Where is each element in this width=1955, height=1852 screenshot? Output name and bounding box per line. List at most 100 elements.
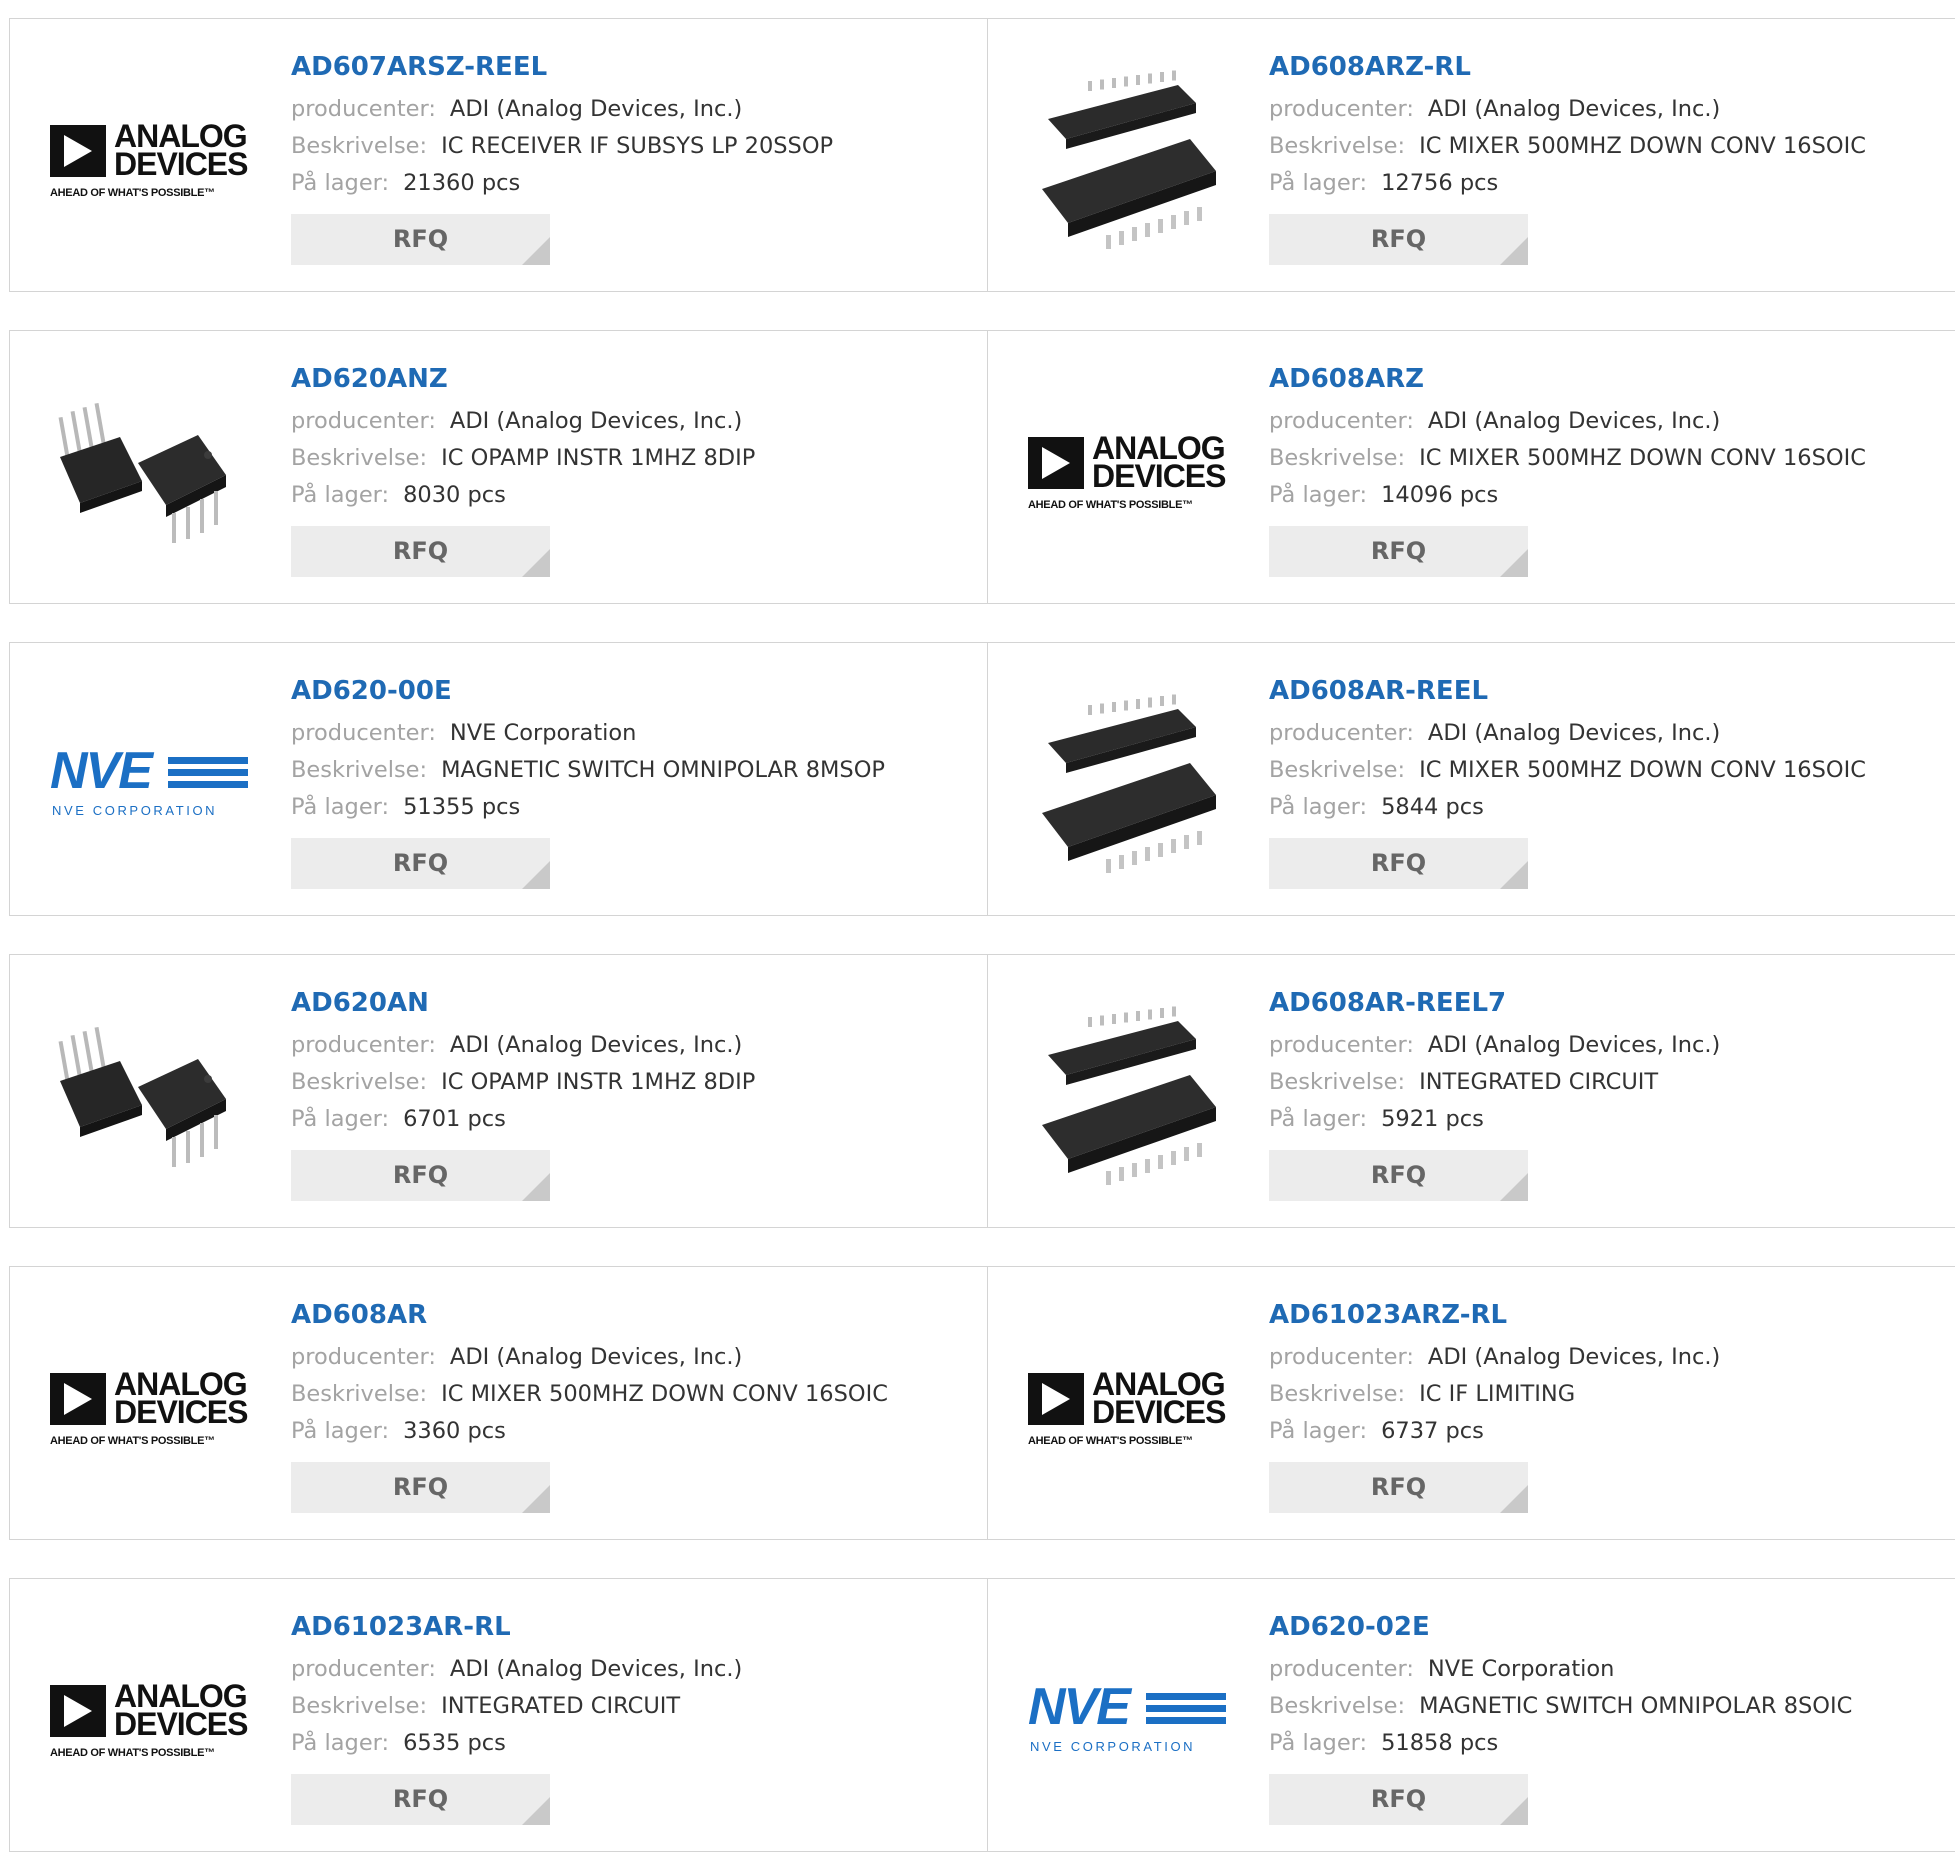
corner-triangle-icon [1500,1485,1528,1513]
soic-chip-icon [1042,1006,1216,1185]
stock-label: På lager: [1269,482,1368,508]
product-card: ANALOG DEVICES AHEAD OF WHAT'S POSSIBLE™ AD… [988,331,1955,603]
product-image[interactable]: ANALOG DEVICES AHEAD OF WHAT'S POSSIBLE™ [50,1307,250,1507]
description-value: IC IF LIMITING [1419,1381,1576,1407]
stock-value: 6737 pcs [1381,1418,1484,1444]
manufacturer-label: producenter: [1269,1032,1414,1058]
description-label: Beskrivelse: [291,445,428,471]
rfq-button[interactable]: RFQ [1269,214,1528,265]
manufacturer-value: ADI (Analog Devices, Inc.) [1427,720,1721,746]
product-image[interactable]: NVE NVE CORPORATION [50,683,250,883]
corner-triangle-icon [1500,237,1528,265]
description-value: IC MIXER 500MHZ DOWN CONV 16SOIC [1419,133,1866,159]
description-row: Beskrivelse: MAGNETIC SWITCH OMNIPOLAR 8S… [1269,1688,1852,1725]
soic-chip-icon [1042,694,1216,873]
product-image[interactable]: ANALOG DEVICES AHEAD OF WHAT'S POSSIBLE™ [50,59,250,259]
stock-value: 6701 pcs [403,1106,506,1132]
product-info: AD61023AR-RL producenter: ADI (Analog Devi… [291,1609,742,1825]
description-row: Beskrivelse: IC IF LIMITING [1269,1376,1720,1413]
analog-devices-logo: ANALOG DEVICES AHEAD OF WHAT'S POSSIBLE™ [50,1357,250,1457]
manufacturer-row: producenter: ADI (Analog Devices, Inc.) [291,403,755,440]
corner-triangle-icon [522,237,550,265]
logo-word-2: DEVICES [114,146,248,182]
manufacturer-label: producenter: [1269,408,1414,434]
stock-label: På lager: [291,794,390,820]
corner-triangle-icon [522,1797,550,1825]
part-number-link[interactable]: AD620-00E [291,673,885,709]
manufacturer-value: NVE Corporation [449,720,637,746]
product-image[interactable] [1028,995,1228,1195]
manufacturer-value: ADI (Analog Devices, Inc.) [449,1032,743,1058]
stock-row: På lager: 6701 pcs [291,1101,755,1138]
manufacturer-row: producenter: ADI (Analog Devices, Inc.) [1269,91,1866,128]
rfq-button[interactable]: RFQ [291,1150,550,1201]
stock-label: På lager: [291,1418,390,1444]
stock-label: På lager: [1269,170,1368,196]
logo-bars-icon [1146,1693,1226,1729]
part-number-link[interactable]: AD608ARZ [1269,361,1866,397]
description-value: IC RECEIVER IF SUBSYS LP 20SSOP [441,133,834,159]
product-card: ANALOG DEVICES AHEAD OF WHAT'S POSSIBLE™ AD… [10,19,988,291]
product-image[interactable]: ANALOG DEVICES AHEAD OF WHAT'S POSSIBLE™ [1028,371,1228,571]
part-number-link[interactable]: AD608AR [291,1297,888,1333]
product-card: NVE NVE CORPORATION AD620-00E producenter: N… [10,643,988,915]
rfq-button[interactable]: RFQ [291,1462,550,1513]
rfq-button[interactable]: RFQ [291,838,550,889]
logo-word-2: DEVICES [114,1394,248,1430]
rfq-button[interactable]: RFQ [1269,1462,1528,1513]
product-info: AD620AN producenter: ADI (Analog Devices, … [291,985,755,1201]
part-number-link[interactable]: AD608AR-REEL [1269,673,1866,709]
rfq-button[interactable]: RFQ [1269,526,1528,577]
rfq-label: RFQ [1370,225,1427,253]
stock-label: På lager: [291,1106,390,1132]
product-info: AD620ANZ producenter: ADI (Analog Devices,… [291,361,755,577]
stock-value: 51355 pcs [403,794,521,820]
logo-tagline: AHEAD OF WHAT'S POSSIBLE™ [50,1435,215,1447]
logo-word-2: DEVICES [114,1706,248,1742]
dip-chip-icon [58,1026,226,1167]
product-card: ANALOG DEVICES AHEAD OF WHAT'S POSSIBLE™ AD… [988,1267,1955,1539]
description-row: Beskrivelse: IC MIXER 500MHZ DOWN CONV 16… [1269,440,1866,477]
product-image[interactable]: ANALOG DEVICES AHEAD OF WHAT'S POSSIBLE™ [50,1619,250,1819]
description-label: Beskrivelse: [291,757,428,783]
product-image[interactable] [1028,59,1228,259]
manufacturer-row: producenter: ADI (Analog Devices, Inc.) [1269,1027,1720,1064]
stock-value: 14096 pcs [1381,482,1499,508]
product-image[interactable] [1028,683,1228,883]
product-image[interactable] [50,995,250,1195]
stock-value: 51858 pcs [1381,1730,1499,1756]
manufacturer-label: producenter: [1269,96,1414,122]
rfq-button[interactable]: RFQ [1269,1774,1528,1825]
rfq-button[interactable]: RFQ [291,526,550,577]
product-row: ANALOG DEVICES AHEAD OF WHAT'S POSSIBLE™ AD… [9,18,1955,292]
analog-devices-logo: ANALOG DEVICES AHEAD OF WHAT'S POSSIBLE™ [50,1669,250,1769]
logo-word: NVE [1028,1678,1131,1736]
part-number-link[interactable]: AD620-02E [1269,1609,1852,1645]
product-image[interactable]: ANALOG DEVICES AHEAD OF WHAT'S POSSIBLE™ [1028,1307,1228,1507]
description-label: Beskrivelse: [1269,133,1406,159]
part-number-link[interactable]: AD61023ARZ-RL [1269,1297,1720,1333]
product-image[interactable]: NVE NVE CORPORATION [1028,1619,1228,1819]
logo-tagline: AHEAD OF WHAT'S POSSIBLE™ [1028,1435,1193,1447]
part-number-link[interactable]: AD608ARZ-RL [1269,49,1866,85]
manufacturer-label: producenter: [291,96,436,122]
corner-triangle-icon [1500,861,1528,889]
part-number-link[interactable]: AD620ANZ [291,361,755,397]
stock-label: På lager: [291,170,390,196]
description-row: Beskrivelse: IC OPAMP INSTR 1MHZ 8DIP [291,1064,755,1101]
stock-row: På lager: 5844 pcs [1269,789,1866,826]
corner-triangle-icon [522,1173,550,1201]
rfq-button[interactable]: RFQ [1269,838,1528,889]
part-number-link[interactable]: AD620AN [291,985,755,1021]
rfq-button[interactable]: RFQ [1269,1150,1528,1201]
product-image[interactable] [50,371,250,571]
part-number-link[interactable]: AD61023AR-RL [291,1609,742,1645]
stock-row: På lager: 51355 pcs [291,789,885,826]
rfq-button[interactable]: RFQ [291,1774,550,1825]
part-number-link[interactable]: AD607ARSZ-REEL [291,49,833,85]
part-number-link[interactable]: AD608AR-REEL7 [1269,985,1720,1021]
manufacturer-value: ADI (Analog Devices, Inc.) [1427,408,1721,434]
rfq-button[interactable]: RFQ [291,214,550,265]
logo-tagline: AHEAD OF WHAT'S POSSIBLE™ [50,1747,215,1759]
product-card: ANALOG DEVICES AHEAD OF WHAT'S POSSIBLE™ AD… [10,1267,988,1539]
